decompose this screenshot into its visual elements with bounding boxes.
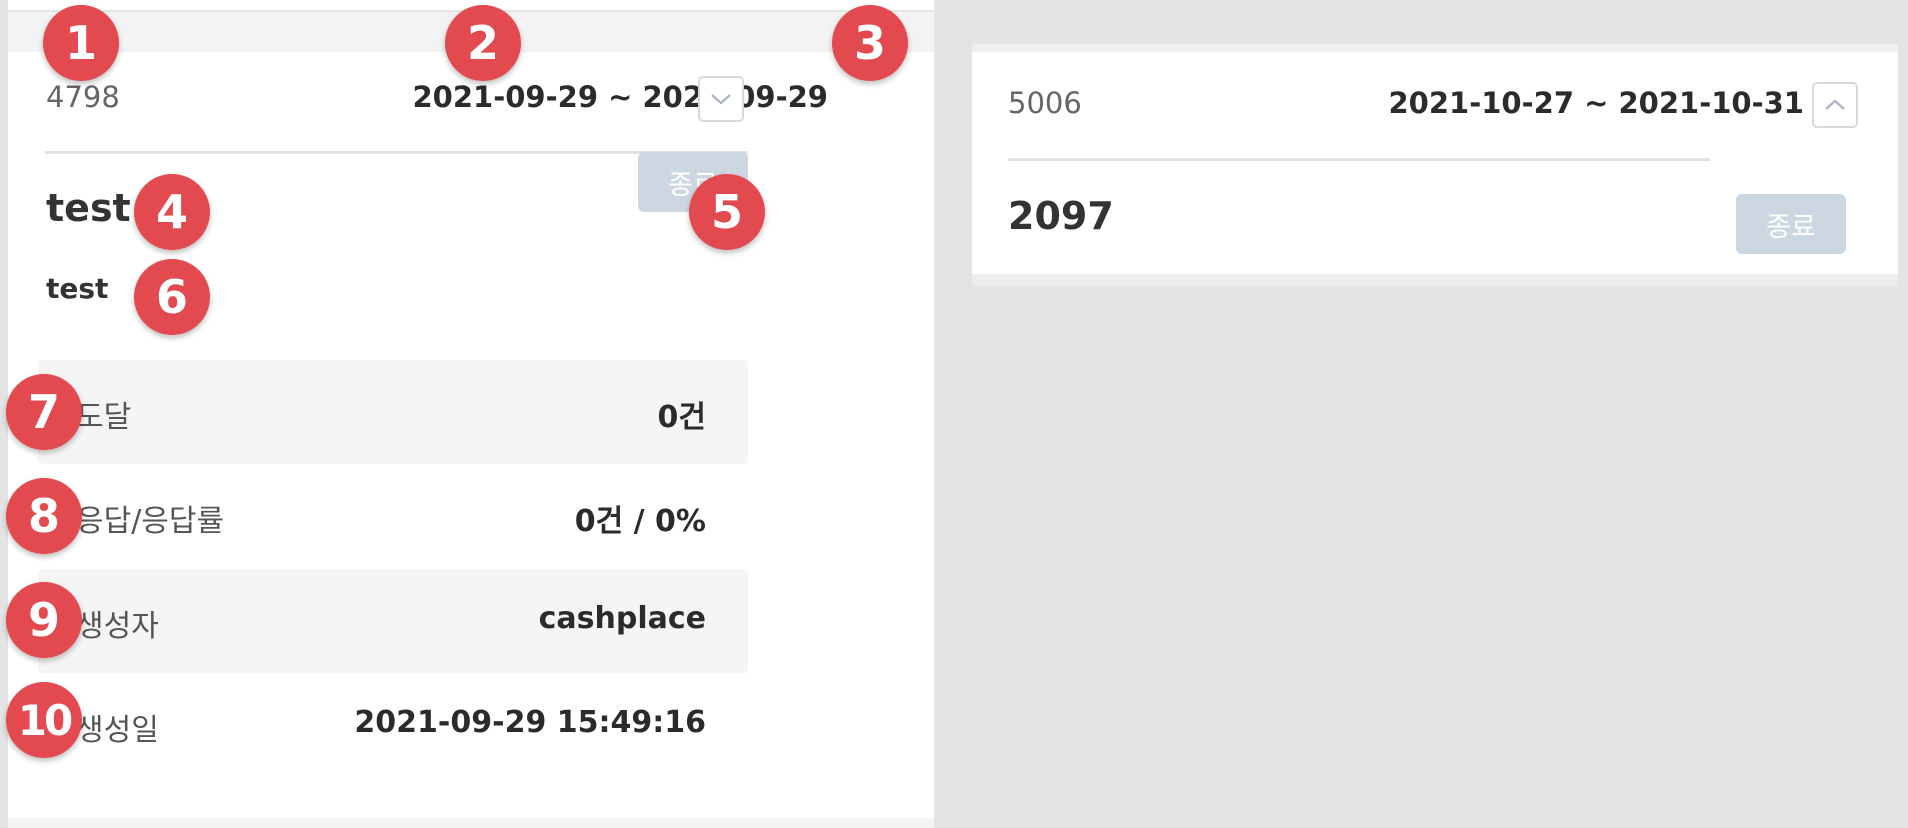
stat-label: 응답/응답률: [76, 504, 225, 539]
stat-label: 생성자: [76, 609, 159, 644]
campaign-id: 4798: [46, 80, 120, 114]
expand-toggle-button[interactable]: [698, 76, 744, 122]
left-panel: 4798 2021-09-29 ~ 2021-09-29 test 종료 tes…: [8, 0, 934, 828]
collapse-toggle-button[interactable]: [1812, 82, 1858, 128]
stat-row-created-at: 생성일 2021-09-29 15:49:16: [38, 673, 748, 777]
stat-row-response: 응답/응답률 0건 / 0%: [38, 464, 748, 568]
campaign-id: 5006: [1008, 86, 1082, 120]
stat-row-reach: 도달 0건: [38, 360, 748, 464]
campaign-title: 2097: [1008, 194, 1114, 238]
stat-value: cashplace: [538, 601, 706, 636]
annotation-badge: 4: [134, 174, 210, 250]
stat-label: 생성일: [76, 713, 159, 748]
annotation-badge: 7: [6, 374, 82, 450]
chevron-down-icon: [711, 94, 731, 105]
annotation-badge: 8: [6, 478, 82, 554]
stat-value: 0건 / 0%: [574, 504, 706, 539]
stat-value: 2021-09-29 15:49:16: [354, 705, 706, 740]
stat-value: 0건: [657, 400, 706, 435]
annotation-badge: 3: [832, 5, 908, 81]
campaign-description: test: [46, 272, 109, 305]
campaign-card-collapsed: 5006 2021-10-27 ~ 2021-10-31 2097 종료: [972, 44, 1898, 286]
campaign-title: test: [46, 186, 131, 230]
stat-row-creator: 생성자 cashplace: [38, 569, 748, 673]
annotation-badge: 2: [445, 5, 521, 81]
annotation-badge: 10: [6, 682, 82, 758]
campaign-date-range: 2021-10-27 ~ 2021-10-31: [1388, 86, 1805, 120]
annotation-badge: 5: [689, 174, 765, 250]
chevron-up-icon: [1825, 99, 1845, 110]
stat-label: 도달: [76, 400, 132, 435]
campaign-date-range: 2021-09-29 ~ 2021-09-29: [412, 80, 829, 114]
divider: [1008, 158, 1710, 161]
end-button[interactable]: 종료: [1736, 194, 1846, 254]
annotation-badge: 1: [43, 5, 119, 81]
annotation-badge: 6: [134, 259, 210, 335]
annotation-badge: 9: [6, 582, 82, 658]
